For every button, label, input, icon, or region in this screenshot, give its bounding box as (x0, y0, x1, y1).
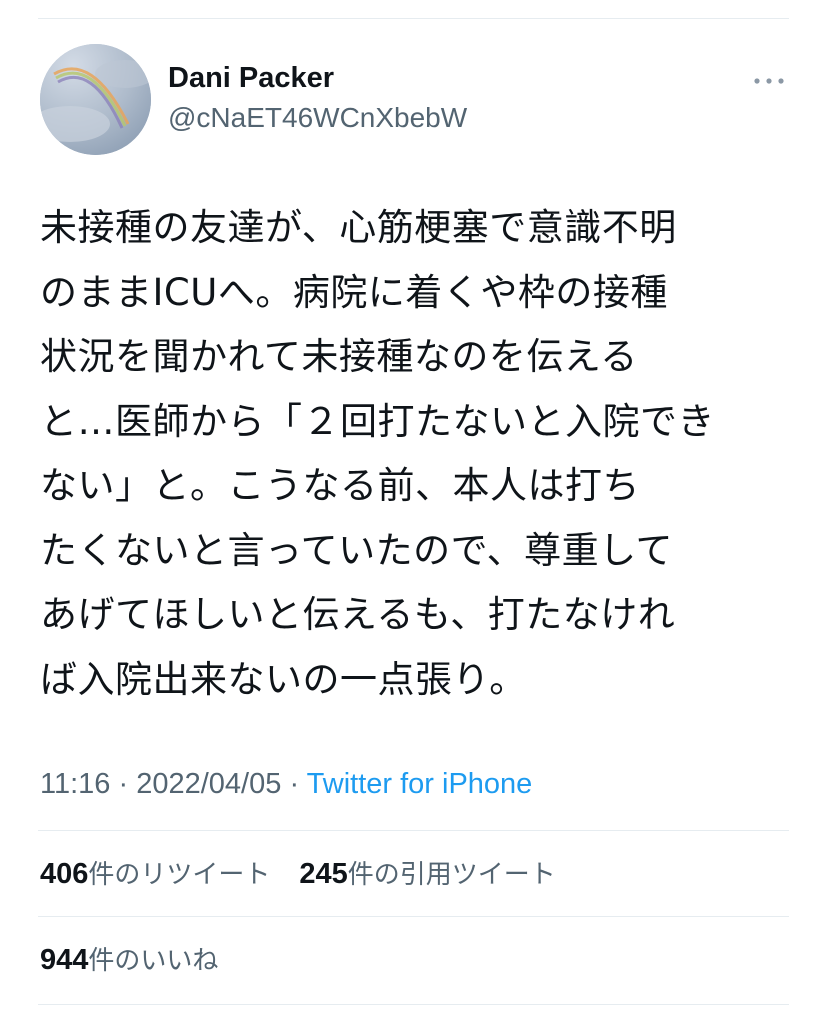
engagement-stats: 406件のリツイート 245件の引用ツイート (40, 854, 576, 895)
divider (38, 916, 789, 917)
likes-label: 件のいいね (88, 946, 219, 976)
meta-separator: · (118, 768, 129, 800)
user-handle[interactable]: @cNaET46WCnXbebW (168, 100, 467, 136)
more-horizontal-icon (754, 78, 784, 84)
quotes-stat[interactable]: 245件の引用ツイート (299, 854, 555, 895)
tweet-meta: 11:16 · 2022/04/05 · Twitter for iPhone (40, 764, 532, 804)
user-meta: Dani Packer @cNaET46WCnXbebW (168, 60, 467, 136)
meta-separator: · (289, 768, 300, 800)
tweet-header: Dani Packer @cNaET46WCnXbebW (40, 44, 787, 156)
rainbow-sky-avatar-icon (40, 44, 151, 155)
retweets-count: 406 (40, 858, 89, 890)
more-options-button[interactable] (751, 66, 787, 96)
tweet-text: 未接種の友達が、心筋梗塞で意識不明 のままICUへ。病院に着くや枠の接種 状況を… (40, 206, 715, 701)
divider (38, 830, 789, 831)
top-divider (38, 18, 789, 19)
likes-stat[interactable]: 944件のいいね (40, 940, 218, 981)
avatar[interactable] (40, 44, 151, 155)
retweets-stat[interactable]: 406件のリツイート (40, 854, 270, 895)
likes-row: 944件のいいね (40, 940, 238, 981)
likes-count: 944 (40, 944, 89, 976)
quotes-count: 245 (299, 858, 348, 890)
retweets-label: 件のリツイート (88, 860, 271, 890)
tweet-source-link[interactable]: Twitter for iPhone (307, 768, 533, 800)
display-name[interactable]: Dani Packer (168, 60, 467, 96)
tweet-date[interactable]: 2022/04/05 (136, 768, 281, 800)
divider (38, 1004, 789, 1005)
tweet-time[interactable]: 11:16 (40, 768, 110, 800)
quotes-label: 件の引用ツイート (347, 860, 556, 890)
